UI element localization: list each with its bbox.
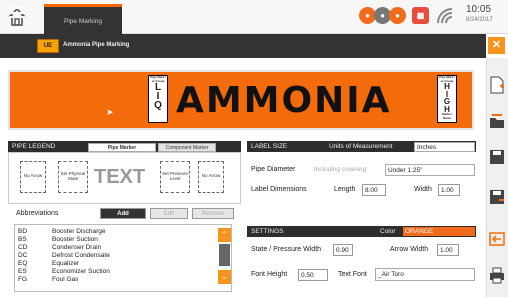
- right-block-footer: Marker Name: [442, 112, 452, 120]
- abbr-desc: Equalizer: [52, 260, 80, 267]
- cartridge-status-icon[interactable]: ●: [389, 7, 406, 24]
- abbr-code: CD: [18, 244, 28, 251]
- clock-date: 8/24/2017: [466, 17, 493, 23]
- tab-pipe-marker[interactable]: Pipe Marker: [88, 143, 156, 152]
- list-item[interactable]: EQ Equalizer: [18, 260, 218, 267]
- new-file-icon[interactable]: [489, 76, 505, 94]
- pressure-level-box[interactable]: Set Pressure Level: [160, 161, 190, 193]
- abbr-code: EQ: [18, 260, 28, 267]
- abbr-code: BS: [18, 236, 27, 243]
- legend-text-box[interactable]: TEXT: [94, 166, 145, 189]
- text-font-label: Text Font: [338, 271, 367, 278]
- scroll-down-button[interactable]: ⌄: [218, 270, 231, 284]
- left-state-block: Pipe Mark / or Group L I Q: [148, 75, 168, 123]
- right-arrow-box[interactable]: No Arrow: [198, 161, 224, 193]
- ribbon-status-icon[interactable]: ▦: [412, 7, 429, 24]
- abbr-desc: Foul Gas: [52, 276, 79, 283]
- app-title: Ammonia Pipe Marking: [63, 42, 130, 48]
- app-logo: UE: [37, 39, 59, 53]
- remove-button[interactable]: Remove: [192, 208, 234, 219]
- abbr-code: BD: [18, 228, 28, 235]
- text-font-select[interactable]: _Air Toro: [375, 268, 475, 281]
- arrow-width-label: Arrow Width: [390, 246, 429, 253]
- units-select[interactable]: Inches: [414, 142, 475, 152]
- wifi-icon[interactable]: [436, 7, 454, 25]
- add-button[interactable]: Add: [100, 208, 146, 219]
- physical-state-box[interactable]: Set Physical State: [58, 161, 88, 193]
- color-select[interactable]: ORANGE: [403, 227, 475, 236]
- width-label: Width: [414, 186, 432, 193]
- open-folder-icon[interactable]: [489, 112, 505, 130]
- tab-pipe-marking[interactable]: Pipe Marking: [44, 4, 122, 34]
- close-button[interactable]: ✕: [488, 37, 505, 54]
- cursor-icon: ➤: [106, 107, 114, 117]
- edit-button[interactable]: Edit: [150, 208, 188, 219]
- scroll-up-button[interactable]: ⌃: [218, 228, 231, 242]
- print-icon[interactable]: [489, 266, 505, 284]
- units-label: Units of Measurement: [329, 143, 393, 150]
- font-height-label: Font Height: [251, 271, 288, 278]
- hamburger-menu-icon[interactable]: [9, 7, 25, 18]
- left-arrow-box[interactable]: No Arrow: [20, 161, 46, 193]
- pipe-diameter-select[interactable]: Under 1.25": [385, 164, 475, 176]
- scrollbar-thumb[interactable]: [219, 244, 230, 266]
- label-main-text: AMMONIA: [176, 80, 392, 121]
- abbreviations-label: Abbreviations: [16, 210, 59, 217]
- abbr-desc: Booster Suction: [52, 236, 98, 243]
- abbr-desc: Condenser Drain: [52, 244, 102, 251]
- abbr-desc: Defrost Condensate: [52, 252, 110, 259]
- right-pressure-block: Pipe Mark / or Group H I G H Marker Name: [437, 75, 457, 123]
- list-item[interactable]: DC Defrost Condensate: [18, 252, 218, 259]
- width-input[interactable]: 1.00: [438, 184, 460, 196]
- abbr-code: DC: [18, 252, 28, 259]
- abbr-desc: Booster Discharge: [52, 228, 106, 235]
- list-item[interactable]: FG Foul Gas: [18, 276, 218, 283]
- clock-time: 10:05: [466, 4, 492, 15]
- pipe-diameter-label: Pipe Diameter: [251, 166, 296, 173]
- tab-component-marker[interactable]: Component Marker: [158, 143, 216, 152]
- clock: 10:05 8/24/2017: [466, 5, 506, 25]
- arrow-width-input[interactable]: 1.00: [437, 244, 459, 256]
- abbr-desc: Economizer Suction: [52, 268, 110, 275]
- save-icon[interactable]: [489, 148, 505, 166]
- length-label: Length: [334, 186, 356, 193]
- state-pressure-width-label: State / Pressure Width: [251, 246, 322, 253]
- state-pressure-width-input[interactable]: 0.90: [333, 244, 353, 256]
- list-item[interactable]: BD Booster Discharge: [18, 228, 218, 235]
- color-label: Color: [380, 228, 396, 235]
- save-as-icon[interactable]: [489, 188, 505, 206]
- import-icon[interactable]: [489, 230, 505, 248]
- abbr-code: FG: [18, 276, 28, 283]
- abbr-code: ES: [18, 268, 27, 275]
- list-item[interactable]: ES Economizer Suction: [18, 268, 218, 275]
- font-height-input[interactable]: 0.50: [298, 269, 328, 281]
- including-covering-checkbox[interactable]: Including covering: [314, 166, 366, 173]
- length-input[interactable]: 8.00: [362, 184, 386, 196]
- label-dimensions-label: Label Dimensions: [251, 186, 307, 193]
- left-letter-3: Q: [154, 100, 162, 111]
- list-item[interactable]: CD Condenser Drain: [18, 244, 218, 251]
- list-item[interactable]: BS Booster Suction: [18, 236, 218, 243]
